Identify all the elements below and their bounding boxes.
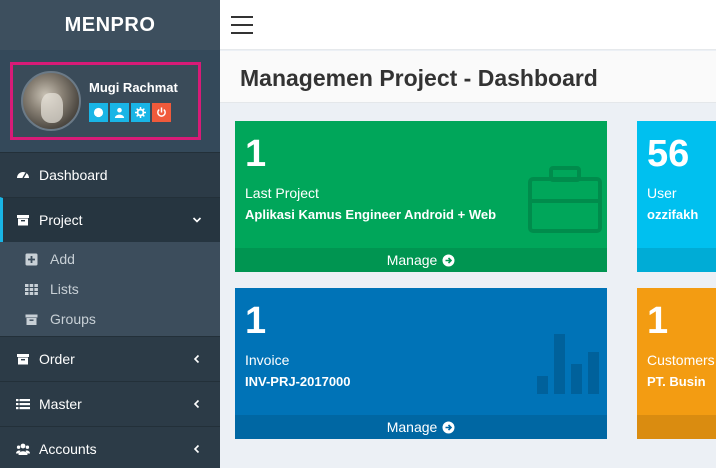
logout-button[interactable] [152,103,171,122]
sidebar-item-project[interactable]: Project [0,197,220,242]
project-submenu: Add Lists Groups [0,242,220,336]
stat-box-user: 56 User ozzifakh [637,121,716,272]
plus-square-icon [25,253,38,265]
sidebar-item-label: Project [39,212,83,228]
archive-icon [25,314,38,325]
sidebar: MENPRO Mugi Rachmat Dashboard Project Ad… [0,0,220,468]
stat-box-invoice: 1 Invoice INV-PRJ-2017000 Manage [235,288,607,439]
dashboard-icon [15,167,31,183]
user-panel-area: Mugi Rachmat [0,50,220,152]
archive-icon [15,351,31,367]
stat-label: User [647,185,677,201]
stat-label: Invoice [245,352,290,368]
hamburger-icon[interactable] [231,16,253,34]
user-icon [114,107,125,118]
users-icon [15,441,31,457]
chevron-left-icon [193,354,200,364]
stat-count: 56 [647,133,690,175]
stat-label: Last Project [245,185,319,201]
manage-link[interactable] [637,248,716,272]
manage-link[interactable]: Manage [235,415,607,439]
submenu-item-label: Add [50,251,75,267]
bar-chart-icon [537,334,599,394]
page-title: Managemen Project - Dashboard [240,65,598,91]
arrow-circle-right-icon [442,421,455,433]
submenu-item-lists[interactable]: Lists [0,274,220,304]
sidebar-item-label: Order [39,351,75,367]
submenu-item-groups[interactable]: Groups [0,304,220,334]
stat-box-last-project: 1 Last Project Aplikasi Kamus Engineer A… [235,121,607,272]
content-header: Managemen Project - Dashboard [220,51,716,103]
stat-count: 1 [245,133,267,175]
sidebar-item-label: Master [39,396,82,412]
sidebar-item-dashboard[interactable]: Dashboard [0,152,220,197]
gear-icon [135,107,146,118]
brand-logo[interactable]: MENPRO [0,0,220,50]
briefcase-icon [528,166,602,233]
top-navbar [220,0,716,50]
sidebar-menu: Dashboard Project Add Lists Groups Order… [0,152,220,468]
settings-button[interactable] [131,103,150,122]
avatar[interactable] [21,71,81,131]
stat-value: PT. Busin [647,374,706,389]
arrow-circle-right-icon [442,254,455,266]
submenu-item-label: Lists [50,281,79,297]
sidebar-item-master[interactable]: Master [0,381,220,426]
profile-button[interactable] [110,103,129,122]
power-icon [157,107,166,117]
user-info: Mugi Rachmat [89,80,178,122]
stat-count: 1 [647,300,669,342]
stat-value: ozzifakh [647,207,699,222]
stat-count: 1 [245,300,267,342]
manage-label: Manage [386,252,438,268]
sidebar-item-label: Accounts [39,441,97,457]
sidebar-item-label: Dashboard [39,167,108,183]
stat-value: Aplikasi Kamus Engineer Android + Web [245,207,497,222]
archive-icon [15,212,31,228]
user-name: Mugi Rachmat [89,80,178,95]
manage-link[interactable] [637,415,716,439]
stat-value: INV-PRJ-2017000 [245,374,351,389]
submenu-item-label: Groups [50,311,96,327]
chevron-left-icon [193,444,200,454]
user-actions [89,103,178,122]
sidebar-item-accounts[interactable]: Accounts [0,426,220,468]
manage-label: Manage [386,419,438,435]
manage-link[interactable]: Manage [235,248,607,272]
circle-icon [93,107,104,118]
sidebar-item-order[interactable]: Order [0,336,220,381]
stat-box-customers: 1 Customers PT. Busin [637,288,716,439]
chevron-down-icon [192,217,202,223]
chevron-left-icon [193,399,200,409]
user-panel: Mugi Rachmat [10,62,201,140]
list-icon [15,396,31,412]
submenu-item-add[interactable]: Add [0,244,220,274]
stat-label: Customers [647,352,715,368]
status-button[interactable] [89,103,108,122]
grid-icon [25,283,38,295]
